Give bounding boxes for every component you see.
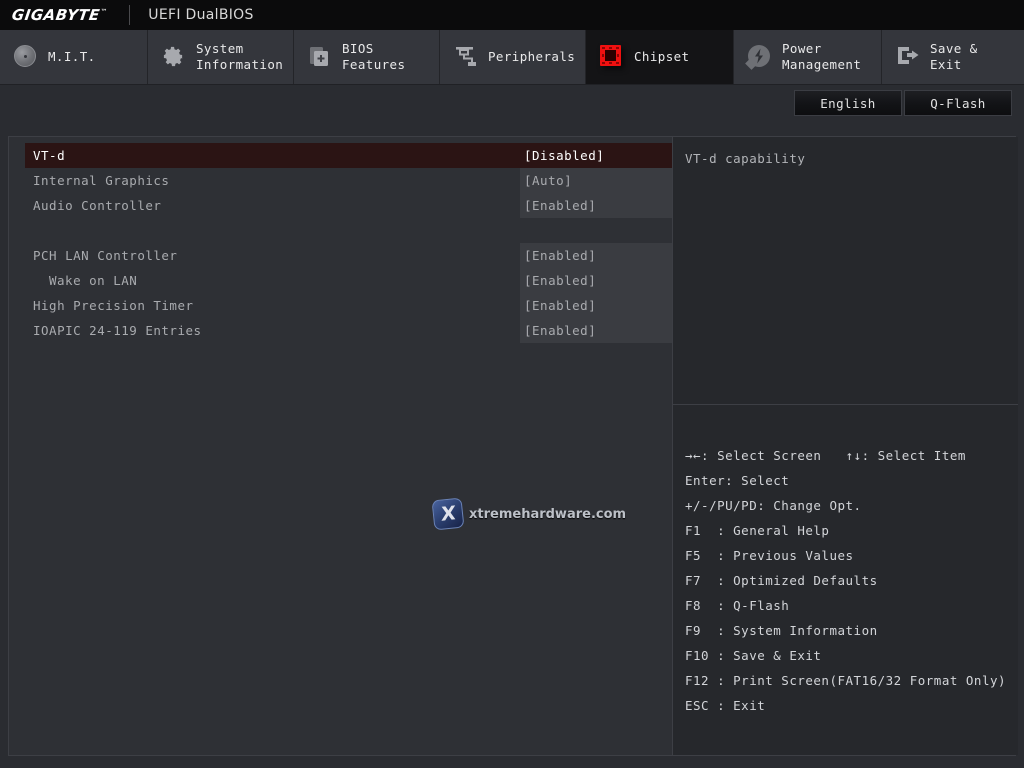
tab-mit-label: M.I.T.	[48, 49, 96, 65]
setting-value[interactable]: [Enabled]	[520, 318, 672, 343]
settings-group-spacer	[9, 218, 672, 243]
watermark: X xtremehardware.com	[433, 499, 626, 529]
tab-power-management-label: Power Management	[782, 41, 861, 73]
tab-mit[interactable]: M.I.T.	[0, 30, 148, 84]
setting-value[interactable]: [Enabled]	[520, 293, 672, 318]
disc-icon	[14, 45, 38, 69]
main-navigation-tabs: M.I.T. System Information BIOS Features	[0, 30, 1024, 85]
setting-label: IOAPIC 24-119 Entries	[25, 318, 520, 343]
help-description-area: VT-d capability	[673, 137, 1018, 405]
utility-bar: English Q-Flash	[0, 85, 1024, 121]
main-content-area: VT-d[Disabled]Internal Graphics[Auto]Aud…	[8, 136, 1016, 756]
setting-label: Internal Graphics	[25, 168, 520, 193]
tab-system-information[interactable]: System Information	[148, 30, 294, 84]
gigabyte-logo: GIGABYTE™	[0, 6, 109, 24]
key-legend-line: F10 : Save & Exit	[685, 643, 1006, 668]
setting-value[interactable]: [Enabled]	[520, 193, 672, 218]
setting-label: High Precision Timer	[25, 293, 520, 318]
tab-bios-features-label: BIOS Features	[342, 41, 405, 73]
tab-system-information-label: System Information	[196, 41, 283, 73]
chipset-icon	[600, 45, 624, 69]
setting-label: Wake on LAN	[25, 268, 520, 293]
setting-row[interactable]: Wake on LAN[Enabled]	[9, 268, 672, 293]
language-button[interactable]: English	[794, 90, 902, 116]
setting-row[interactable]: High Precision Timer[Enabled]	[9, 293, 672, 318]
help-panel: VT-d capability →←: Select Screen ↑↓: Se…	[673, 137, 1018, 755]
bios-chip-icon	[308, 45, 332, 69]
tab-peripherals[interactable]: Peripherals	[440, 30, 586, 84]
power-bolt-icon	[748, 45, 772, 69]
settings-list: VT-d[Disabled]Internal Graphics[Auto]Aud…	[9, 137, 673, 755]
setting-value[interactable]: [Enabled]	[520, 243, 672, 268]
key-legend-line: →←: Select Screen ↑↓: Select Item	[685, 443, 1006, 468]
tab-save-and-exit[interactable]: Save & Exit	[882, 30, 1024, 84]
setting-label: VT-d	[25, 143, 520, 168]
key-legend-line: F8 : Q-Flash	[685, 593, 1006, 618]
key-legend-line: +/-/PU/PD: Change Opt.	[685, 493, 1006, 518]
tab-power-management[interactable]: Power Management	[734, 30, 882, 84]
setting-row[interactable]: Audio Controller[Enabled]	[9, 193, 672, 218]
bios-screen: GIGABYTE™ UEFI DualBIOS M.I.T. System In…	[0, 0, 1024, 768]
tab-save-and-exit-label: Save & Exit	[930, 41, 1010, 73]
setting-row[interactable]: IOAPIC 24-119 Entries[Enabled]	[9, 318, 672, 343]
watermark-badge-icon: X	[432, 498, 465, 531]
brand-divider	[129, 5, 130, 25]
peripherals-icon	[454, 45, 478, 69]
key-legend-line: F12 : Print Screen(FAT16/32 Format Only)	[685, 668, 1006, 693]
setting-row[interactable]: PCH LAN Controller[Enabled]	[9, 243, 672, 268]
setting-value[interactable]: [Auto]	[520, 168, 672, 193]
watermark-text: xtremehardware.com	[469, 507, 626, 522]
gear-icon	[162, 45, 186, 69]
tab-chipset-label: Chipset	[634, 49, 689, 65]
trademark-symbol: ™	[100, 8, 109, 16]
setting-label: Audio Controller	[25, 193, 520, 218]
tab-bios-features[interactable]: BIOS Features	[294, 30, 440, 84]
key-legend-line: Enter: Select	[685, 468, 1006, 493]
help-description: VT-d capability	[685, 151, 1006, 166]
key-legend-line: F5 : Previous Values	[685, 543, 1006, 568]
brand-header: GIGABYTE™ UEFI DualBIOS	[0, 0, 1024, 30]
key-legend-line: F9 : System Information	[685, 618, 1006, 643]
key-legend: →←: Select Screen ↑↓: Select ItemEnter: …	[673, 405, 1018, 718]
setting-value[interactable]: [Disabled]	[520, 143, 672, 168]
setting-row[interactable]: Internal Graphics[Auto]	[9, 168, 672, 193]
tab-peripherals-label: Peripherals	[488, 49, 575, 65]
brand-subtitle: UEFI DualBIOS	[148, 7, 253, 23]
q-flash-button[interactable]: Q-Flash	[904, 90, 1012, 116]
settings-rows-container: VT-d[Disabled]Internal Graphics[Auto]Aud…	[9, 143, 672, 343]
setting-value[interactable]: [Enabled]	[520, 268, 672, 293]
key-legend-line: F1 : General Help	[685, 518, 1006, 543]
tab-chipset[interactable]: Chipset	[586, 30, 734, 84]
key-legend-line: ESC : Exit	[685, 693, 1006, 718]
gigabyte-logo-text: GIGABYTE	[11, 6, 101, 24]
setting-label: PCH LAN Controller	[25, 243, 520, 268]
setting-row[interactable]: VT-d[Disabled]	[9, 143, 672, 168]
watermark-badge-letter: X	[441, 504, 456, 525]
key-legend-line: F7 : Optimized Defaults	[685, 568, 1006, 593]
exit-arrow-icon	[896, 45, 920, 69]
